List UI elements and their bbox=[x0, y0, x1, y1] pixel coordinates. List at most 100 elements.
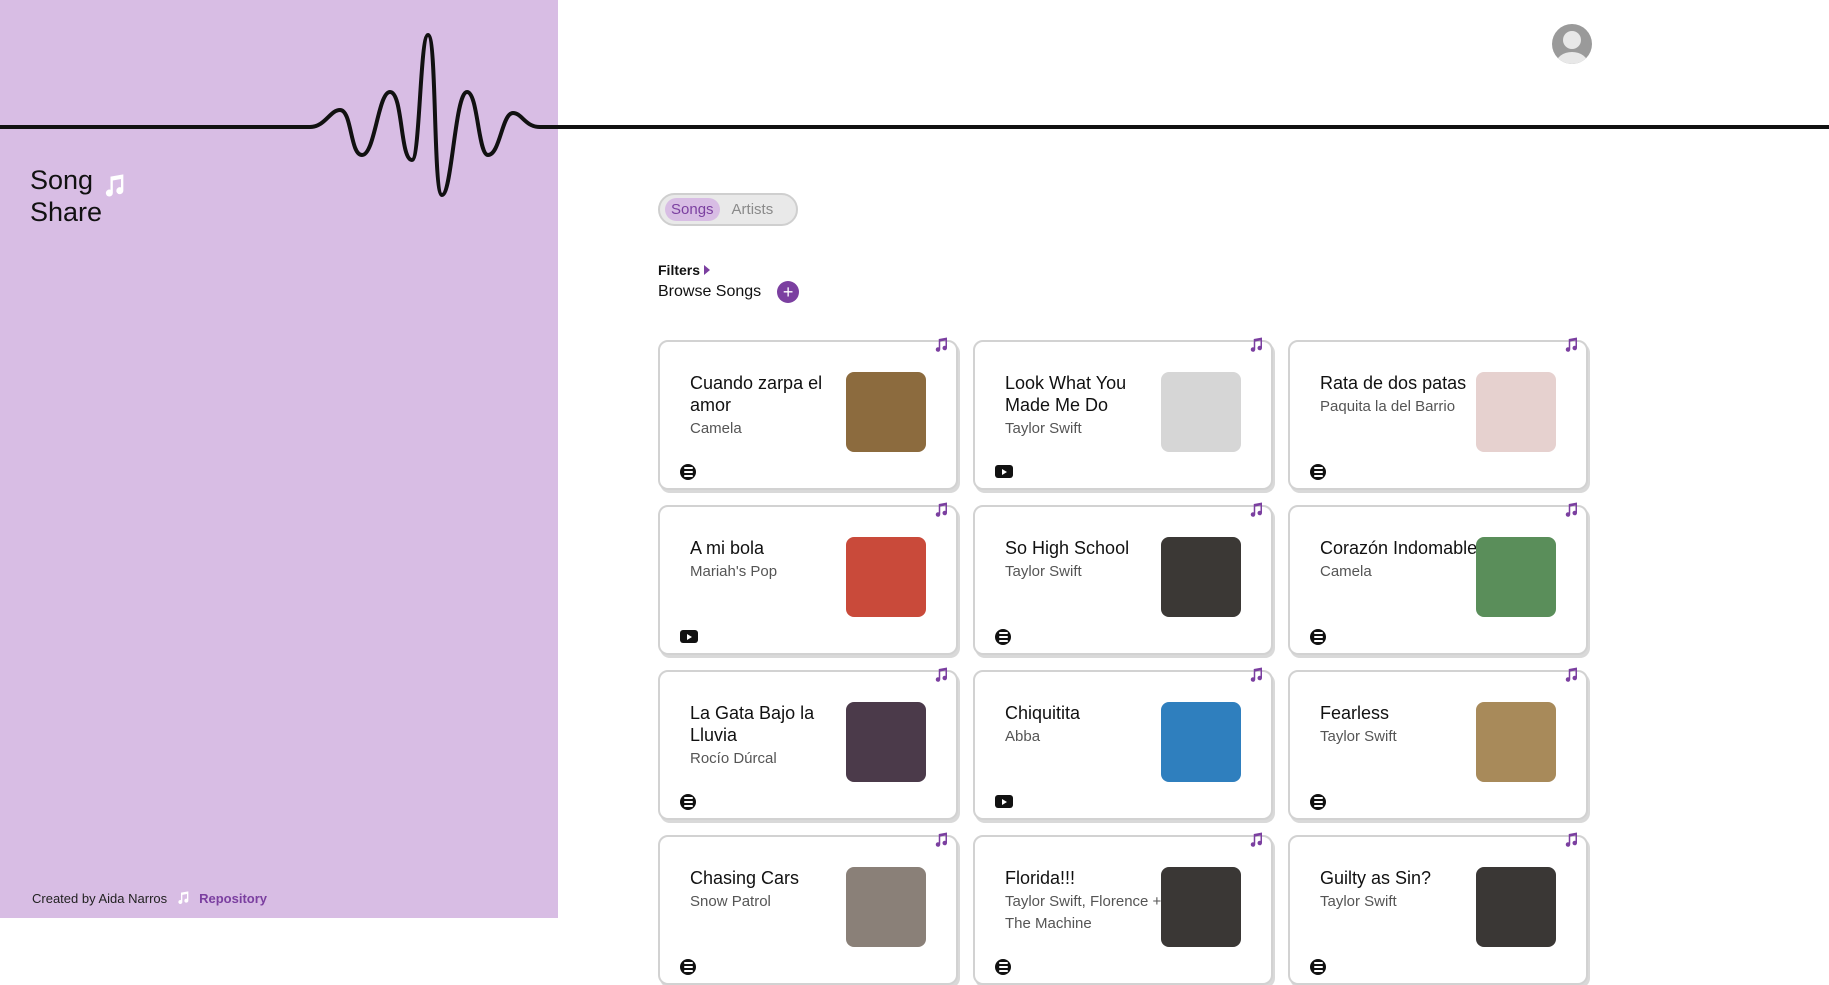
song-card[interactable]: Look What You Made Me Do Taylor Swift bbox=[973, 337, 1273, 490]
song-title-text: A mi bola bbox=[690, 538, 765, 558]
browse-header: Browse Songs + bbox=[658, 281, 800, 303]
caret-right-icon bbox=[704, 265, 711, 275]
song-title-text: So High School bbox=[1005, 538, 1130, 558]
spotify-icon[interactable] bbox=[1310, 464, 1326, 480]
spotify-icon[interactable] bbox=[680, 794, 696, 810]
song-artist: Taylor Swift bbox=[1005, 420, 1082, 437]
song-artist: Paquita la del Barrio bbox=[1320, 398, 1456, 415]
song-title-text: Look What You Made Me Do bbox=[1005, 373, 1127, 415]
album-cover bbox=[1161, 867, 1241, 947]
sidebar-footer: Created by Aida Narros Repository bbox=[32, 890, 267, 906]
song-title-text: Corazón Indomable bbox=[1320, 538, 1478, 558]
music-note-icon bbox=[105, 174, 124, 197]
sidebar bbox=[0, 0, 558, 918]
song-title: A mi bola Mariah's Pop bbox=[690, 537, 850, 583]
spotify-icon[interactable] bbox=[680, 464, 696, 480]
album-cover bbox=[1161, 372, 1241, 452]
tab-artists[interactable]: Artists bbox=[726, 198, 780, 221]
music-note-icon[interactable] bbox=[932, 336, 950, 354]
song-title: Corazón Indomable Camela bbox=[1320, 537, 1480, 583]
song-title: So High School Taylor Swift bbox=[1005, 537, 1165, 583]
song-title: Chiquitita Abba bbox=[1005, 702, 1165, 748]
song-card[interactable]: Fearless Taylor Swift bbox=[1288, 667, 1588, 820]
music-note-icon[interactable] bbox=[1562, 831, 1580, 849]
song-card[interactable]: Florida!!! Taylor Swift, Florence + The … bbox=[973, 832, 1273, 985]
spotify-icon[interactable] bbox=[1310, 629, 1326, 645]
song-artist: Taylor Swift bbox=[1320, 728, 1397, 745]
song-card[interactable]: Chiquitita Abba bbox=[973, 667, 1273, 820]
spotify-icon[interactable] bbox=[1310, 959, 1326, 975]
music-note-icon[interactable] bbox=[932, 501, 950, 519]
song-grid: Cuando zarpa el amor Camela Look What Yo… bbox=[658, 337, 1588, 985]
spotify-icon[interactable] bbox=[995, 959, 1011, 975]
song-card[interactable]: Cuando zarpa el amor Camela bbox=[658, 337, 958, 490]
song-title-text: Chiquitita bbox=[1005, 703, 1081, 723]
music-note-icon[interactable] bbox=[1562, 666, 1580, 684]
album-cover bbox=[846, 537, 926, 617]
song-card[interactable]: Guilty as Sin? Taylor Swift bbox=[1288, 832, 1588, 985]
album-cover bbox=[846, 867, 926, 947]
song-artist: Snow Patrol bbox=[690, 893, 771, 910]
song-artist: Mariah's Pop bbox=[690, 563, 778, 580]
song-artist: Taylor Swift bbox=[1005, 563, 1082, 580]
music-note-icon[interactable] bbox=[1247, 336, 1265, 354]
music-note-icon[interactable] bbox=[1247, 666, 1265, 684]
song-title: Florida!!! Taylor Swift, Florence + The … bbox=[1005, 867, 1165, 935]
music-note-icon[interactable] bbox=[932, 666, 950, 684]
music-note-icon[interactable] bbox=[932, 831, 950, 849]
song-title-text: Cuando zarpa el amor bbox=[690, 373, 823, 415]
song-artist: Camela bbox=[690, 420, 742, 437]
app-logo[interactable]: Song Share bbox=[30, 164, 124, 228]
song-title-text: Chasing Cars bbox=[690, 868, 800, 888]
logo-line2: Share bbox=[30, 197, 103, 227]
song-title: Cuando zarpa el amor Camela bbox=[690, 372, 850, 440]
spotify-icon[interactable] bbox=[680, 959, 696, 975]
album-cover bbox=[1161, 537, 1241, 617]
browse-label: Browse Songs bbox=[658, 283, 762, 300]
album-cover bbox=[846, 372, 926, 452]
spotify-icon[interactable] bbox=[995, 629, 1011, 645]
song-artist: Taylor Swift bbox=[1320, 893, 1397, 910]
song-title: Look What You Made Me Do Taylor Swift bbox=[1005, 372, 1165, 440]
song-title: Fearless Taylor Swift bbox=[1320, 702, 1480, 748]
music-note-icon[interactable] bbox=[1247, 501, 1265, 519]
song-artist: Taylor Swift, Florence + The Machine bbox=[1005, 893, 1162, 932]
song-card[interactable]: So High School Taylor Swift bbox=[973, 502, 1273, 655]
song-card[interactable]: Rata de dos patas Paquita la del Barrio bbox=[1288, 337, 1588, 490]
album-cover bbox=[1476, 702, 1556, 782]
filters-toggle[interactable]: Filters bbox=[658, 262, 711, 278]
song-title: La Gata Bajo la Lluvia Rocío Dúrcal bbox=[690, 702, 850, 770]
album-cover bbox=[846, 702, 926, 782]
song-title-text: Florida!!! bbox=[1005, 868, 1076, 888]
album-cover bbox=[1476, 867, 1556, 947]
song-card[interactable]: La Gata Bajo la Lluvia Rocío Dúrcal bbox=[658, 667, 958, 820]
song-title-text: La Gata Bajo la Lluvia bbox=[690, 703, 815, 745]
youtube-icon[interactable] bbox=[680, 630, 698, 643]
song-title-text: Rata de dos patas bbox=[1320, 373, 1467, 393]
music-note-icon bbox=[178, 891, 189, 905]
repository-link[interactable]: Repository bbox=[199, 891, 267, 906]
album-cover bbox=[1476, 372, 1556, 452]
logo-line1: Song bbox=[30, 165, 94, 195]
youtube-icon[interactable] bbox=[995, 795, 1013, 808]
album-cover bbox=[1476, 537, 1556, 617]
tab-songs[interactable]: Songs bbox=[665, 198, 720, 221]
song-card[interactable]: A mi bola Mariah's Pop bbox=[658, 502, 958, 655]
song-card[interactable]: Corazón Indomable Camela bbox=[1288, 502, 1588, 655]
song-title: Rata de dos patas Paquita la del Barrio bbox=[1320, 372, 1480, 418]
song-artist: Camela bbox=[1320, 563, 1372, 580]
user-avatar-icon[interactable] bbox=[1552, 24, 1592, 64]
youtube-icon[interactable] bbox=[995, 465, 1013, 478]
spotify-icon[interactable] bbox=[1310, 794, 1326, 810]
music-note-icon[interactable] bbox=[1562, 336, 1580, 354]
plus-icon[interactable]: + bbox=[777, 281, 800, 303]
music-note-icon[interactable] bbox=[1562, 501, 1580, 519]
footer-credit: Created by Aida Narros bbox=[32, 890, 168, 906]
song-artist: Abba bbox=[1005, 728, 1041, 745]
song-artist: Rocío Dúrcal bbox=[690, 750, 777, 767]
song-card[interactable]: Chasing Cars Snow Patrol bbox=[658, 832, 958, 985]
song-title-text: Guilty as Sin? bbox=[1320, 868, 1432, 888]
filters-label: Filters bbox=[658, 262, 701, 278]
album-cover bbox=[1161, 702, 1241, 782]
music-note-icon[interactable] bbox=[1247, 831, 1265, 849]
